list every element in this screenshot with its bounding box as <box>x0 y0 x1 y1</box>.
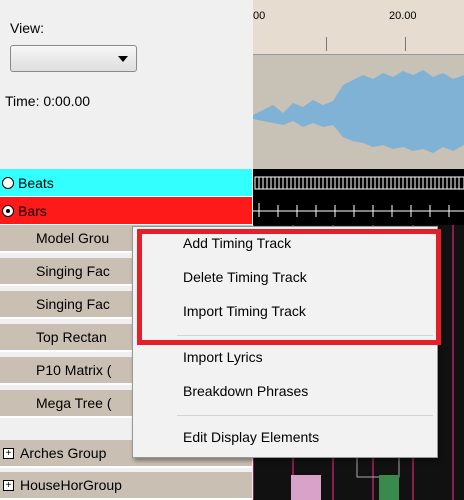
row-label: Bars <box>18 202 47 219</box>
row-label: Top Rectan <box>36 329 107 345</box>
expand-icon[interactable]: + <box>3 447 14 459</box>
menu-item-import-lyrics[interactable]: Import Lyrics <box>183 349 263 365</box>
menu-item-import-timing-track[interactable]: Import Timing Track <box>183 303 306 319</box>
menu-item-breakdown-phrases[interactable]: Breakdown Phrases <box>183 383 308 399</box>
ruler-tick <box>405 37 406 51</box>
time-readout: Time: 0:00.00 <box>5 93 91 109</box>
ruler-tick-label: 00 <box>253 10 266 22</box>
row-label: Singing Fac <box>36 296 110 312</box>
row-label: Arches Group <box>20 445 107 461</box>
row-label: Beats <box>18 174 54 191</box>
beat-marks <box>254 176 464 190</box>
row-label: Singing Fac <box>36 263 110 279</box>
context-menu: Add Timing Track Delete Timing Track Imp… <box>132 226 438 458</box>
waveform-view[interactable] <box>253 55 464 169</box>
chevron-down-icon[interactable] <box>118 56 128 62</box>
row-label: Model Grou <box>36 230 110 246</box>
row-label: Mega Tree ( <box>36 395 112 411</box>
view-dropdown[interactable] <box>10 45 137 72</box>
row-beats[interactable]: Beats <box>0 169 252 197</box>
ruler-tick-label: 20.00 <box>389 10 417 22</box>
ruler-tick <box>326 37 327 51</box>
bars-timing-track[interactable] <box>253 197 464 225</box>
time-ruler[interactable]: 00 20.00 <box>253 0 464 55</box>
expand-icon[interactable]: + <box>3 479 14 491</box>
radio-selected-icon[interactable] <box>2 204 14 217</box>
row-label: HouseHorGroup <box>20 477 122 493</box>
radio-icon[interactable] <box>2 176 14 189</box>
row-label: P10 Matrix ( <box>36 362 112 378</box>
row-bars[interactable]: Bars <box>0 197 252 225</box>
menu-separator <box>177 335 433 336</box>
menu-item-delete-timing-track[interactable]: Delete Timing Track <box>183 269 307 285</box>
menu-item-edit-display-elements[interactable]: Edit Display Elements <box>183 429 319 445</box>
menu-item-add-timing-track[interactable]: Add Timing Track <box>183 235 291 251</box>
view-label: View: <box>10 20 44 36</box>
bar-marks <box>253 203 464 217</box>
menu-separator <box>177 415 433 416</box>
beats-timing-track[interactable] <box>253 169 464 197</box>
waveform-graphic <box>253 70 464 153</box>
row-group[interactable]: + HouseHorGroup <box>0 472 252 500</box>
